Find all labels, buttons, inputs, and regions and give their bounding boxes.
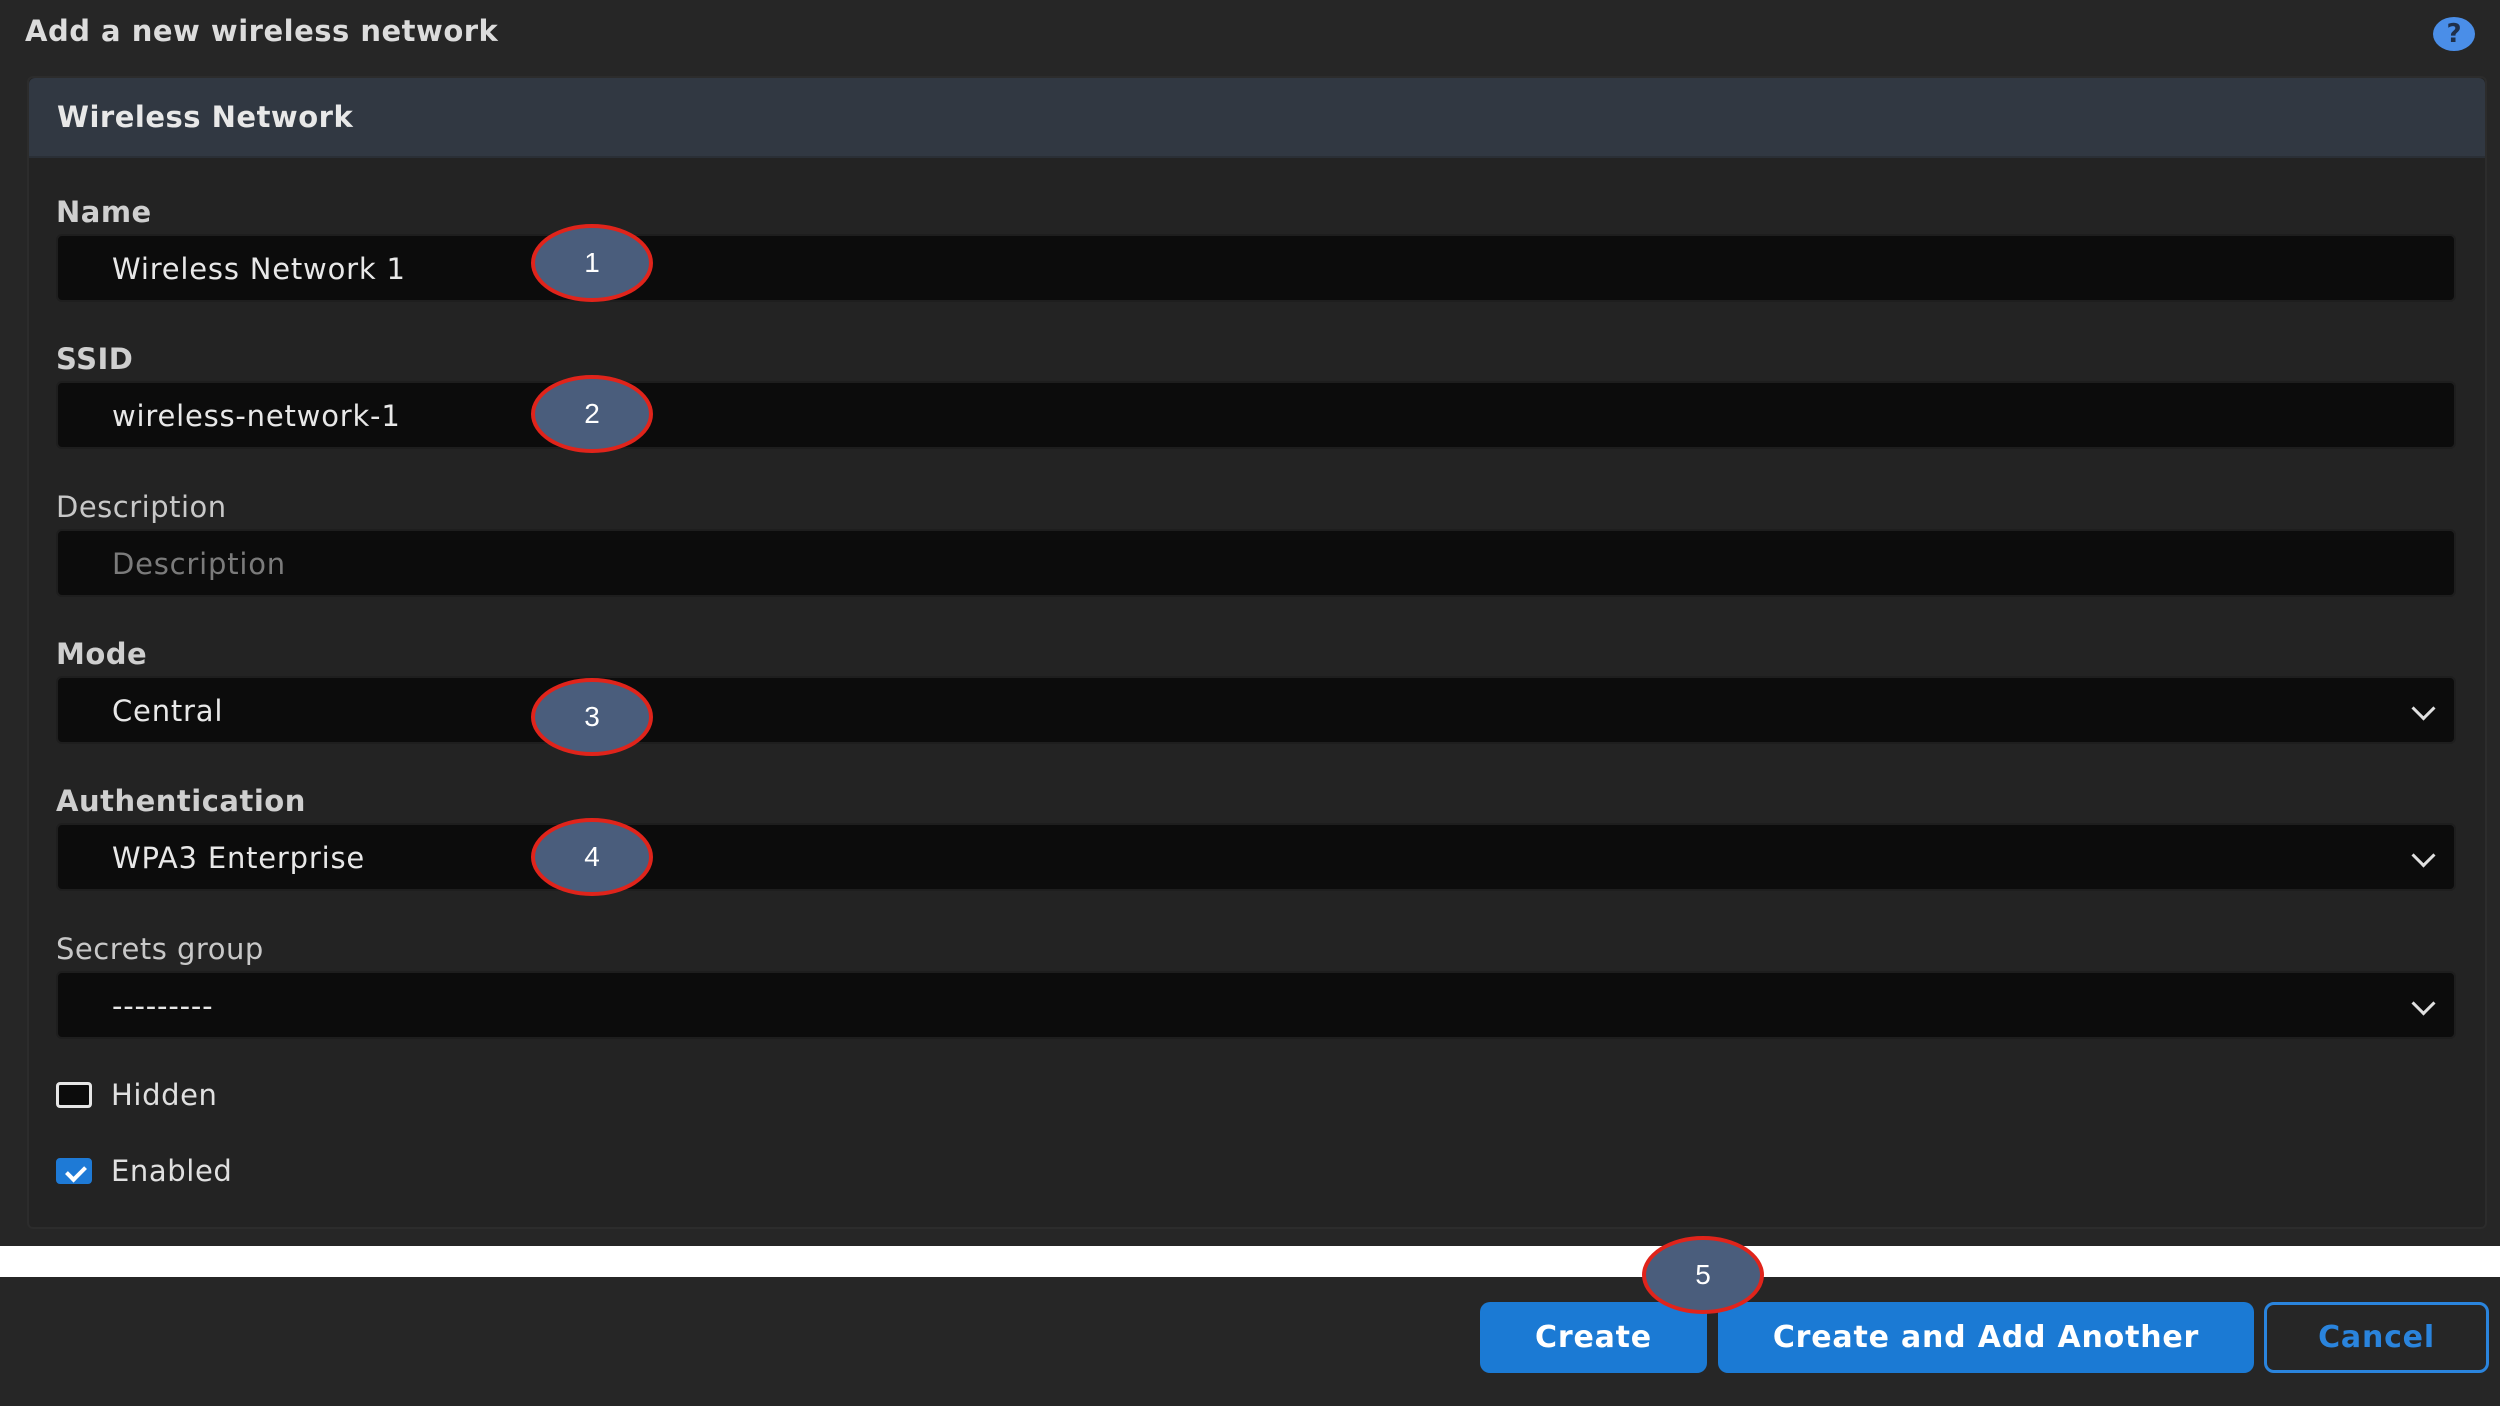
chevron-down-icon (2411, 696, 2436, 721)
description-input[interactable]: Description (56, 529, 2456, 597)
enabled-checkbox[interactable] (56, 1158, 92, 1184)
authentication-select-value: WPA3 Enterprise (112, 841, 365, 875)
step-marker-1: 1 (531, 224, 653, 302)
enabled-checkbox-label: Enabled (111, 1154, 233, 1188)
chevron-down-icon (2411, 843, 2436, 868)
help-icon[interactable]: ? (2433, 17, 2475, 51)
step-marker-3: 3 (531, 678, 653, 756)
mode-select[interactable]: Central (56, 676, 2456, 744)
name-input-value: Wireless Network 1 (112, 252, 406, 286)
create-button[interactable]: Create (1480, 1302, 1707, 1373)
page-header: Add a new wireless network ? (0, 0, 2500, 68)
divider-band (0, 1246, 2500, 1277)
ssid-input[interactable]: wireless-network-1 (56, 381, 2456, 449)
chevron-down-icon (2411, 991, 2436, 1016)
step-marker-4: 4 (531, 818, 653, 896)
mode-label: Mode (56, 637, 148, 671)
authentication-label: Authentication (56, 784, 306, 818)
ssid-input-value: wireless-network-1 (112, 399, 401, 433)
secrets-group-label: Secrets group (56, 932, 264, 966)
create-and-add-another-button[interactable]: Create and Add Another (1718, 1302, 2254, 1373)
mode-select-value: Central (112, 694, 224, 728)
ssid-label: SSID (56, 342, 134, 376)
step-marker-5: 5 (1642, 1236, 1764, 1314)
name-label: Name (56, 195, 152, 229)
name-input[interactable]: Wireless Network 1 (56, 234, 2456, 302)
secrets-group-select-value: --------- (112, 989, 214, 1023)
cancel-button[interactable]: Cancel (2264, 1302, 2489, 1373)
description-label: Description (56, 490, 227, 524)
hidden-checkbox[interactable] (56, 1082, 92, 1108)
hidden-checkbox-label: Hidden (111, 1078, 218, 1112)
description-placeholder: Description (112, 547, 286, 581)
page-title: Add a new wireless network (25, 14, 499, 48)
panel-title: Wireless Network (57, 100, 354, 134)
authentication-select[interactable]: WPA3 Enterprise (56, 823, 2456, 891)
panel-header: Wireless Network (29, 78, 2485, 158)
secrets-group-select[interactable]: --------- (56, 971, 2456, 1039)
step-marker-2: 2 (531, 375, 653, 453)
